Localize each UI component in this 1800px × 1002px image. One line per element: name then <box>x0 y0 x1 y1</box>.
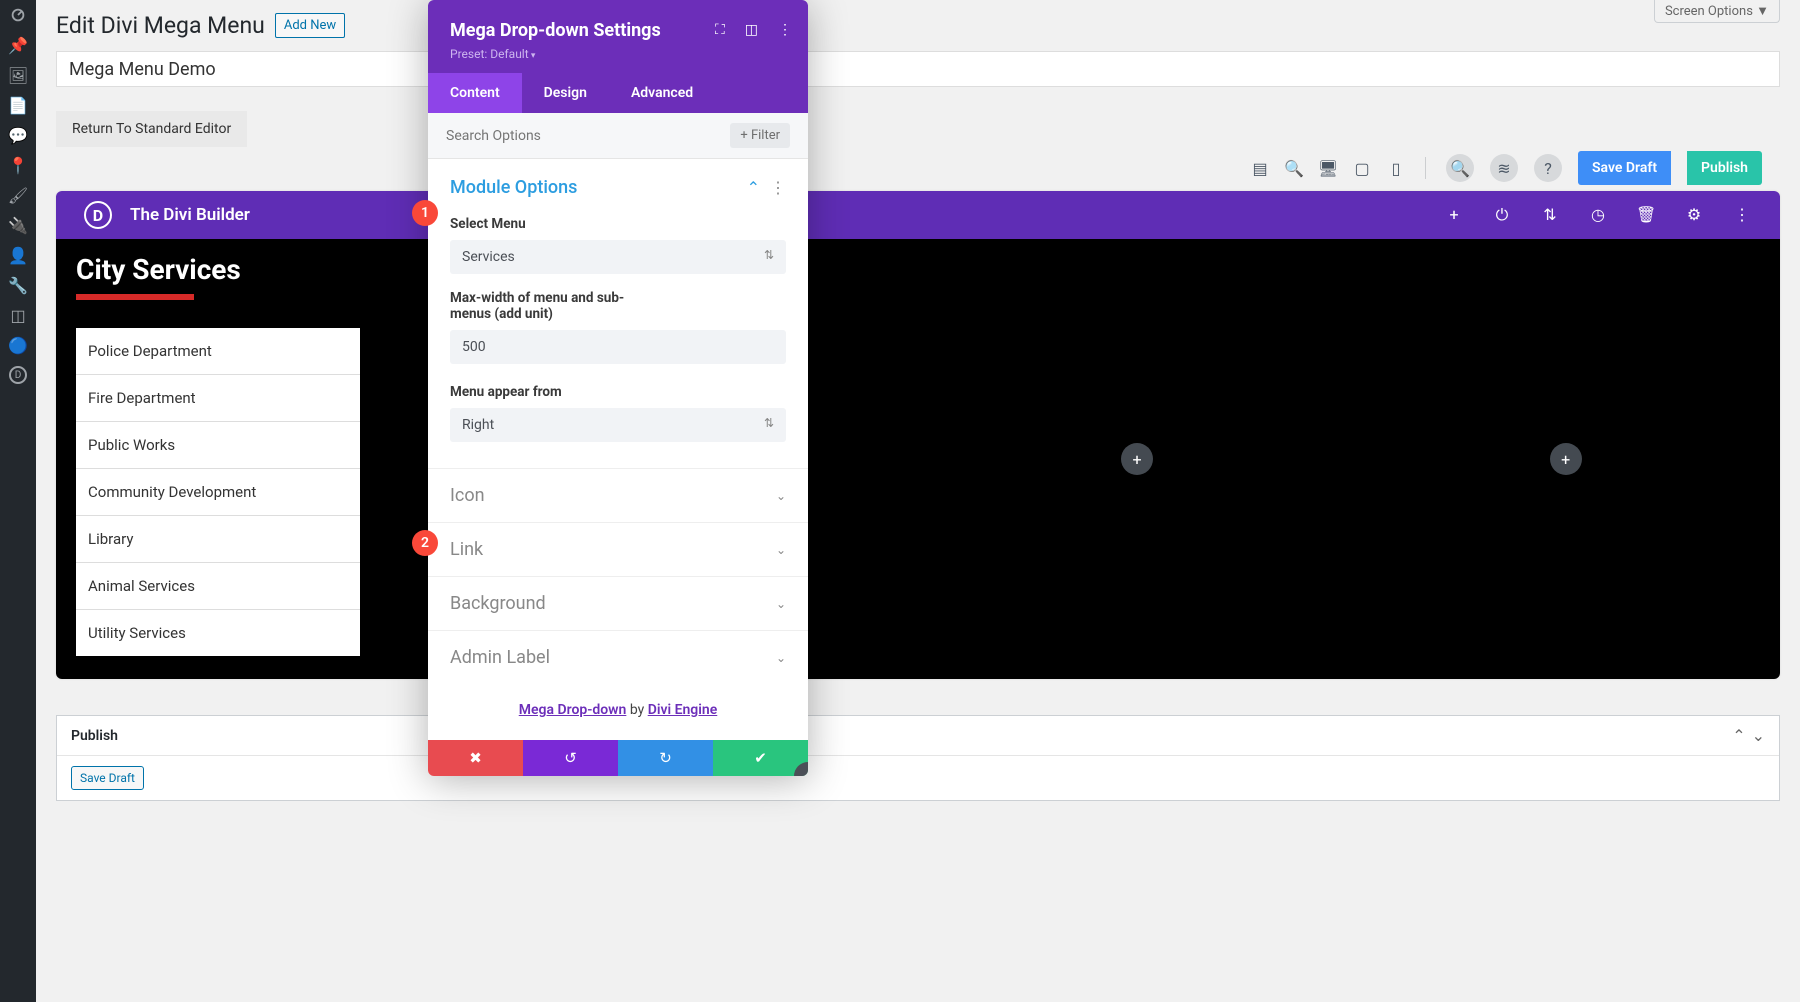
accordion-admin-label[interactable]: Admin Label⌄ <box>428 630 808 684</box>
menu-item[interactable]: Library <box>76 516 360 563</box>
publish-panel: Publish ⌃ ⌄ Save Draft <box>56 715 1780 801</box>
modal-preset[interactable]: Preset: Default <box>450 47 786 61</box>
screen-options-button[interactable]: Screen Options ▼ <box>1654 0 1780 23</box>
gear-icon[interactable]: ⚙ <box>1684 205 1704 225</box>
post-title-input[interactable] <box>56 51 1780 87</box>
annotation-badge-2: 2 <box>412 530 438 556</box>
appear-from-dropdown[interactable]: Right <box>450 408 786 442</box>
menu-icon-users[interactable]: 👤 <box>0 240 36 270</box>
divi-engine-link[interactable]: Divi Engine <box>648 702 718 718</box>
add-icon[interactable]: + <box>1444 205 1464 225</box>
builder-toolbar: ▤ 🔍 🖥 ▢ ▯ 🔍 ≋ ? Save Draft Publish <box>56 147 1780 185</box>
chevron-down-icon: ⌄ <box>776 597 786 611</box>
sort-icon[interactable]: ⇅ <box>1540 205 1560 225</box>
power-icon[interactable]: ⏻ <box>1492 205 1512 225</box>
redo-button[interactable]: ↻ <box>618 740 713 776</box>
tab-advanced[interactable]: Advanced <box>609 73 715 113</box>
tab-design[interactable]: Design <box>522 73 609 113</box>
split-icon[interactable]: ◫ <box>745 22 758 38</box>
menu-icon-pinned[interactable]: 📍 <box>0 150 36 180</box>
builder-preview: City Services Police Department Fire Dep… <box>56 239 1780 679</box>
search-options-input[interactable] <box>446 128 730 144</box>
menu-item[interactable]: Animal Services <box>76 563 360 610</box>
menu-icon-settings[interactable]: ◫ <box>0 300 36 330</box>
annotation-badge-1: 1 <box>412 200 438 226</box>
menu-icon-divi[interactable]: D <box>0 360 36 390</box>
select-menu-dropdown[interactable]: Services <box>450 240 786 274</box>
mobile-icon[interactable]: ▯ <box>1387 159 1405 177</box>
menu-item[interactable]: Fire Department <box>76 375 360 422</box>
save-draft-small-button[interactable]: Save Draft <box>71 766 144 790</box>
preview-menu-list: Police Department Fire Department Public… <box>76 328 360 656</box>
tab-content[interactable]: Content <box>428 73 522 113</box>
modal-footer-credit: Mega Drop-down by Divi Engine <box>428 684 808 740</box>
builder-wrap: D The Divi Builder + ⏻ ⇅ ◷ 🗑 ⚙ ⋮ City Se… <box>56 191 1780 679</box>
chevron-down-icon: ⌄ <box>776 543 786 557</box>
field-label-appear: Menu appear from <box>450 384 786 400</box>
chevron-down-icon: ⌄ <box>776 651 786 665</box>
tablet-icon[interactable]: ▢ <box>1353 159 1371 177</box>
divi-logo-icon: D <box>84 201 112 229</box>
accordion-link[interactable]: Link⌄ <box>428 522 808 576</box>
history-icon[interactable]: ◷ <box>1588 205 1608 225</box>
add-module-button[interactable]: + <box>1550 443 1582 475</box>
add-new-button[interactable]: Add New <box>275 13 345 38</box>
menu-item[interactable]: Community Development <box>76 469 360 516</box>
desktop-icon[interactable]: 🖥 <box>1319 159 1337 177</box>
search-icon[interactable]: 🔍 <box>1285 159 1303 177</box>
field-label-max-width: Max-width of menu and sub-menus (add uni… <box>450 290 650 322</box>
accordion-icon[interactable]: Icon⌄ <box>428 468 808 522</box>
publish-panel-title: Publish <box>71 728 118 744</box>
menu-icon-plugins[interactable]: 🔌 <box>0 210 36 240</box>
menu-icon-plugin-color[interactable]: 🔵 <box>0 330 36 360</box>
mega-dropdown-link[interactable]: Mega Drop-down <box>519 702 627 718</box>
main-content: Screen Options ▼ Edit Divi Mega Menu Add… <box>36 0 1800 1002</box>
section-more-icon[interactable]: ⋮ <box>770 178 786 197</box>
preview-heading: City Services <box>56 239 366 294</box>
toolbar-separator <box>1425 157 1426 179</box>
max-width-input[interactable] <box>450 330 786 364</box>
save-draft-button[interactable]: Save Draft <box>1578 151 1671 185</box>
chevron-down-icon: ⌄ <box>776 489 786 503</box>
filter-button[interactable]: Filter <box>730 123 790 148</box>
menu-item[interactable]: Utility Services <box>76 610 360 656</box>
settings-modal: Mega Drop-down Settings Preset: Default … <box>428 0 808 776</box>
cancel-button[interactable]: ✖ <box>428 740 523 776</box>
menu-item[interactable]: Police Department <box>76 328 360 375</box>
menu-icon-dashboard[interactable] <box>0 0 36 30</box>
layout-icon[interactable]: ▤ <box>1251 159 1269 177</box>
return-standard-editor-button[interactable]: Return To Standard Editor <box>56 111 247 147</box>
layers-circle-icon[interactable]: ≋ <box>1490 154 1518 182</box>
page-title: Edit Divi Mega Menu <box>56 12 265 39</box>
trash-icon[interactable]: 🗑 <box>1636 205 1656 225</box>
menu-item[interactable]: Public Works <box>76 422 360 469</box>
more-icon[interactable]: ⋮ <box>1732 205 1752 225</box>
wp-admin-sidebar: 📌 🖼 📄 💬 📍 🖌 🔌 👤 🔧 ◫ 🔵 D <box>0 0 36 1002</box>
more-v-icon[interactable]: ⋮ <box>778 22 792 38</box>
field-label-select-menu: Select Menu <box>450 216 786 232</box>
add-module-button[interactable]: + <box>1121 443 1153 475</box>
section-module-options[interactable]: Module Options <box>450 177 577 198</box>
modal-tabs: Content Design Advanced <box>428 73 808 113</box>
menu-icon-pin[interactable]: 📌 <box>0 30 36 60</box>
publish-button[interactable]: Publish <box>1687 151 1762 185</box>
menu-icon-tools[interactable]: 🔧 <box>0 270 36 300</box>
menu-icon-pages[interactable]: 📄 <box>0 90 36 120</box>
chevron-up-icon[interactable]: ⌃ <box>747 178 760 197</box>
menu-icon-brush[interactable]: 🖌 <box>0 180 36 210</box>
accordion-background[interactable]: Background⌄ <box>428 576 808 630</box>
help-circle-icon[interactable]: ? <box>1534 154 1562 182</box>
menu-icon-media[interactable]: 🖼 <box>0 60 36 90</box>
builder-header: D The Divi Builder + ⏻ ⇅ ◷ 🗑 ⚙ ⋮ <box>56 191 1780 239</box>
undo-button[interactable]: ↺ <box>523 740 618 776</box>
builder-header-title: The Divi Builder <box>130 205 250 225</box>
panel-collapse-up-icon[interactable]: ⌃ <box>1732 726 1745 745</box>
menu-icon-comments[interactable]: 💬 <box>0 120 36 150</box>
panel-collapse-down-icon[interactable]: ⌄ <box>1752 726 1765 745</box>
search-circle-icon[interactable]: 🔍 <box>1446 154 1474 182</box>
focus-icon[interactable]: ⛶ <box>715 22 725 38</box>
